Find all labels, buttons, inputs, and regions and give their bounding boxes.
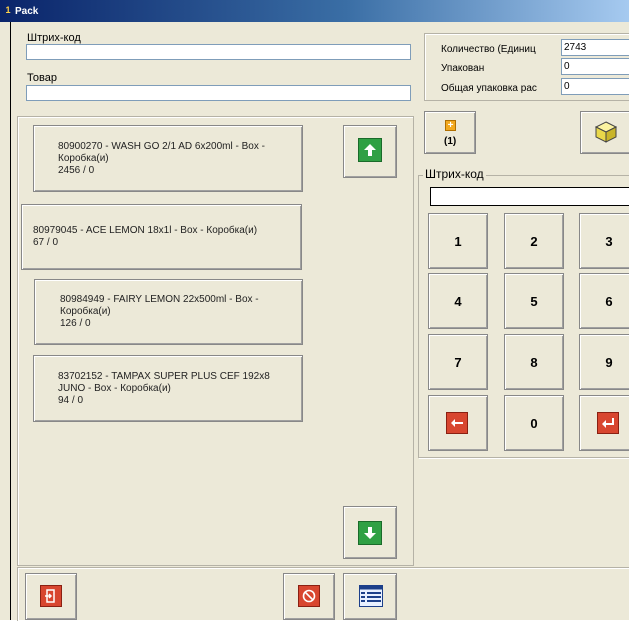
box-button[interactable]: [580, 111, 629, 154]
title-bar: 1 Pack: [0, 0, 629, 22]
item-qty: 2456 / 0: [58, 164, 95, 176]
window-left-edge: [10, 22, 11, 620]
plus-box-icon: +: [445, 120, 456, 131]
key-3[interactable]: 3: [579, 213, 629, 269]
barcode-label: Штрих-код: [27, 32, 81, 44]
arrow-up-icon: [358, 138, 382, 162]
exit-door-icon: [40, 585, 62, 607]
quantity-label: Количество (Единиц: [441, 44, 536, 55]
product-input[interactable]: [26, 85, 411, 101]
item-button[interactable]: 83702152 - TAMPAX SUPER PLUS CEF 192x8 J…: [33, 355, 303, 422]
enter-icon: [597, 412, 619, 434]
item-qty: 94 / 0: [58, 394, 84, 406]
product-label: Товар: [27, 72, 57, 84]
key-7[interactable]: 7: [428, 334, 488, 390]
key-0[interactable]: 0: [504, 395, 564, 451]
key-4[interactable]: 4: [428, 273, 488, 329]
app-icon: 1: [5, 5, 11, 15]
key-2[interactable]: 2: [504, 213, 564, 269]
keypad-barcode-input[interactable]: [430, 187, 629, 206]
item-line: JUNO - Box - Коробка(и): [58, 382, 171, 394]
enter-button[interactable]: [579, 395, 629, 451]
item-line: 83702152 - TAMPAX SUPER PLUS CEF 192x8: [58, 370, 270, 382]
key-5[interactable]: 5: [504, 273, 564, 329]
item-qty: 67 / 0: [33, 237, 59, 248]
window-title: Pack: [15, 6, 39, 17]
cancel-button[interactable]: [283, 573, 335, 620]
no-sign-icon: [298, 585, 320, 607]
backspace-button[interactable]: [428, 395, 488, 451]
key-1[interactable]: 1: [428, 213, 488, 269]
cube-icon: [594, 121, 618, 143]
item-button[interactable]: 80979045 - ACE LEMON 18x1l - Box - Короб…: [21, 204, 302, 270]
packed-label: Упакован: [441, 63, 485, 74]
total-pack-field[interactable]: [561, 78, 629, 95]
item-button[interactable]: 80984949 - FAIRY LEMON 22x500ml - Box - …: [34, 279, 303, 345]
total-pack-label: Общая упаковка рас: [441, 83, 537, 94]
item-line: Коробка(и): [58, 152, 109, 164]
packed-field[interactable]: [561, 58, 629, 75]
quantity-field[interactable]: [561, 39, 629, 56]
barcode-input[interactable]: [26, 44, 411, 60]
item-line: Коробка(и): [60, 306, 111, 317]
scroll-down-button[interactable]: [343, 506, 397, 559]
pack-window: 1 Pack Штрих-код Товар Количество (Едини…: [0, 0, 629, 621]
backspace-icon: [446, 412, 468, 434]
item-qty: 126 / 0: [60, 318, 91, 329]
add-button[interactable]: + (1): [424, 111, 476, 154]
item-line: 80900270 - WASH GO 2/1 AD 6x200ml - Box …: [58, 140, 265, 152]
item-line: 80984949 - FAIRY LEMON 22x500ml - Box -: [60, 294, 259, 305]
keypad-group-label: Штрих-код: [423, 167, 486, 181]
arrow-down-icon: [358, 521, 382, 545]
list-table-icon: [359, 585, 383, 607]
add-count-label: (1): [444, 136, 457, 147]
key-6[interactable]: 6: [579, 273, 629, 329]
key-8[interactable]: 8: [504, 334, 564, 390]
key-9[interactable]: 9: [579, 334, 629, 390]
list-button[interactable]: [343, 573, 397, 620]
exit-button[interactable]: [25, 573, 77, 620]
scroll-up-button[interactable]: [343, 125, 397, 178]
item-line: 80979045 - ACE LEMON 18x1l - Box - Короб…: [33, 225, 258, 236]
item-button[interactable]: 80900270 - WASH GO 2/1 AD 6x200ml - Box …: [33, 125, 303, 192]
